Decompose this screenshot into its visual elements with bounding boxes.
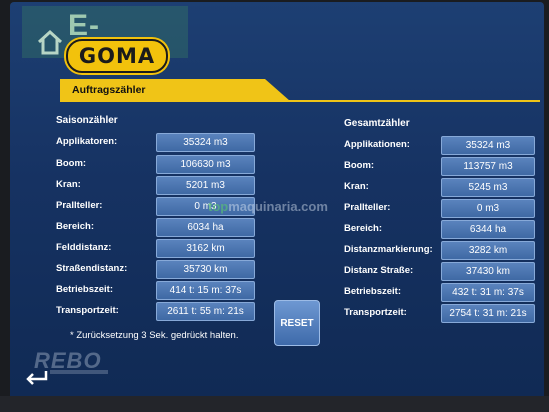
topmaquinaria-watermark: topmaquinaria.com <box>208 199 328 214</box>
title-divider <box>60 100 540 102</box>
total-value-betriebszeit: 432 t: 31 m: 37s <box>441 283 535 302</box>
season-value-bereich: 6034 ha <box>156 218 255 237</box>
season-label-strassendistanz: Straßendistanz: <box>56 263 128 274</box>
page-title: Auftragszähler <box>60 79 290 101</box>
screen: E-FARM GOMA Auftragszähler Saisonzähler … <box>10 2 544 400</box>
season-label-applikatoren: Applikatoren: <box>56 136 118 147</box>
total-label-distanzmarkierung: Distanzmarkierung: <box>344 244 433 255</box>
reset-hint: * Zurücksetzung 3 Sek. gedrückt halten. <box>70 330 239 341</box>
goma-logo: GOMA <box>66 39 168 73</box>
total-label-betriebszeit: Betriebszeit: <box>344 286 402 297</box>
total-value-bereich: 6344 ha <box>441 220 535 239</box>
season-label-bereich: Bereich: <box>56 221 95 232</box>
season-label-transportzeit: Transportzeit: <box>56 305 119 316</box>
season-value-betriebszeit: 414 t: 15 m: 37s <box>156 281 255 300</box>
season-label-betriebszeit: Betriebszeit: <box>56 284 114 295</box>
total-value-kran: 5245 m3 <box>441 178 535 197</box>
total-value-applikationen: 35324 m3 <box>441 136 535 155</box>
season-value-felddistanz: 3162 km <box>156 239 255 258</box>
season-value-applikatoren: 35324 m3 <box>156 133 255 152</box>
back-button[interactable] <box>20 364 54 392</box>
season-label-boom: Boom: <box>56 158 87 169</box>
season-label-felddistanz: Felddistanz: <box>56 242 112 253</box>
season-value-kran: 5201 m3 <box>156 176 255 195</box>
total-label-bereich: Bereich: <box>344 223 383 234</box>
device-bezel <box>0 396 549 412</box>
reset-button[interactable]: RESET <box>274 300 320 346</box>
rebo-watermark-bar <box>50 370 108 374</box>
season-label-kran: Kran: <box>56 179 81 190</box>
season-value-strassendistanz: 35730 km <box>156 260 255 279</box>
total-value-boom: 113757 m3 <box>441 157 535 176</box>
topmaquinaria-watermark-brand: top <box>208 199 229 214</box>
total-label-kran: Kran: <box>344 181 369 192</box>
total-value-transportzeit: 2754 t: 31 m: 21s <box>441 304 535 323</box>
topmaquinaria-watermark-rest: maquinaria.com <box>228 199 328 214</box>
season-value-transportzeit: 2611 t: 55 m: 21s <box>156 302 255 321</box>
season-label-prallteller: Prallteller: <box>56 200 103 211</box>
total-label-distanz-strasse: Distanz Straße: <box>344 265 414 276</box>
total-label-transportzeit: Transportzeit: <box>344 307 407 318</box>
back-arrow-icon <box>26 371 48 385</box>
total-label-prallteller: Prallteller: <box>344 202 391 213</box>
total-label-boom: Boom: <box>344 160 375 171</box>
total-label-applikationen: Applikationen: <box>344 139 410 150</box>
total-value-distanzmarkierung: 3282 km <box>441 241 535 260</box>
total-value-distanz-strasse: 37430 km <box>441 262 535 281</box>
total-value-prallteller: 0 m3 <box>441 199 535 218</box>
season-heading: Saisonzähler <box>56 115 118 126</box>
house-icon <box>37 29 63 55</box>
season-value-boom: 106630 m3 <box>156 155 255 174</box>
total-heading: Gesamtzähler <box>344 118 410 129</box>
